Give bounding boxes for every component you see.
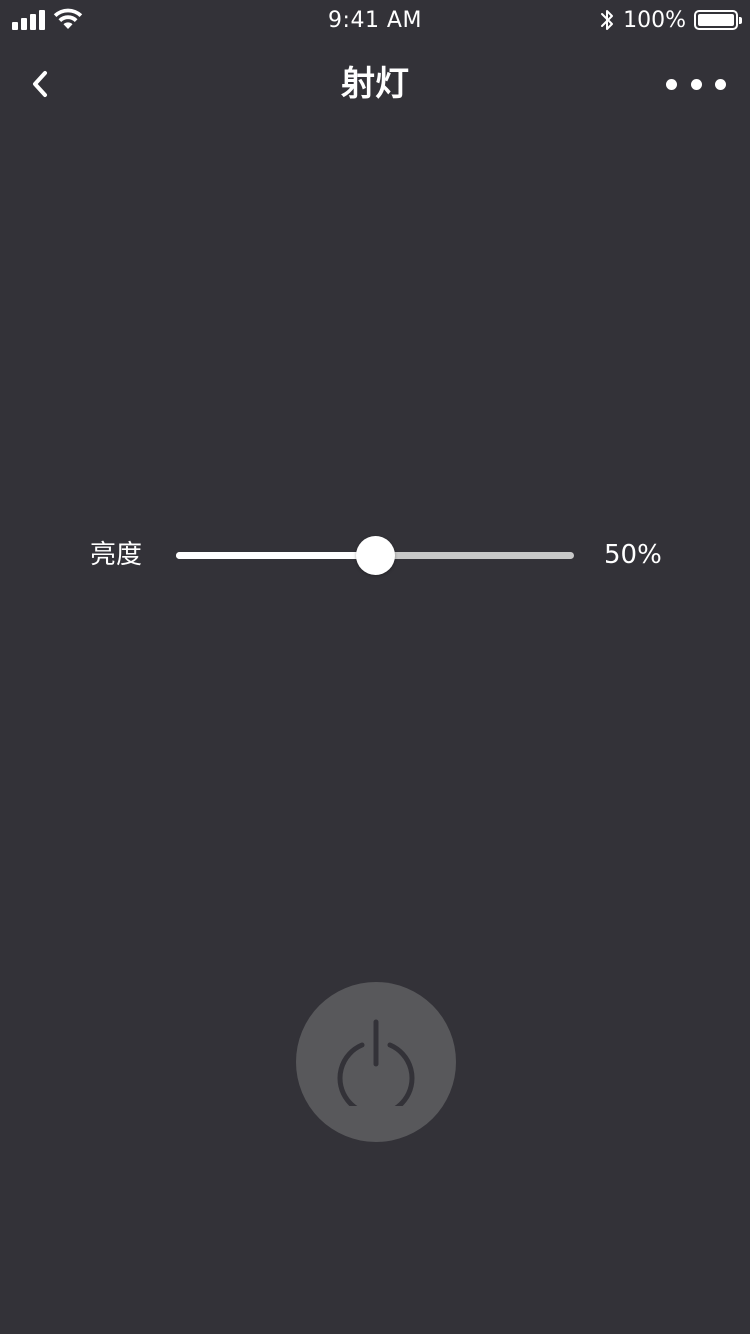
- brightness-control: 亮度 50%: [0, 530, 750, 580]
- more-dot: [715, 78, 726, 90]
- bluetooth-icon: [601, 10, 614, 30]
- battery-level: [698, 14, 734, 26]
- brightness-label: 亮度: [90, 540, 143, 570]
- more-button[interactable]: [666, 62, 726, 106]
- device-screen: 9:41 AM 100% 射灯 亮度 50%: [0, 0, 750, 1334]
- status-bar: 9:41 AM 100%: [0, 0, 750, 42]
- more-dot: [690, 78, 702, 90]
- battery-tip: [739, 17, 742, 24]
- slider-fill: [176, 552, 375, 559]
- status-right: 100%: [599, 7, 742, 33]
- power-button[interactable]: [296, 982, 456, 1142]
- battery-icon: [694, 10, 742, 30]
- battery-percentage: 100%: [623, 7, 686, 33]
- nav-bar: 射灯: [0, 44, 750, 124]
- brightness-slider[interactable]: [176, 535, 574, 575]
- brightness-value: 50%: [604, 540, 662, 570]
- slider-thumb[interactable]: [356, 536, 395, 575]
- more-dot: [666, 78, 677, 90]
- power-icon: [337, 1019, 415, 1106]
- page-title: 射灯: [341, 64, 409, 104]
